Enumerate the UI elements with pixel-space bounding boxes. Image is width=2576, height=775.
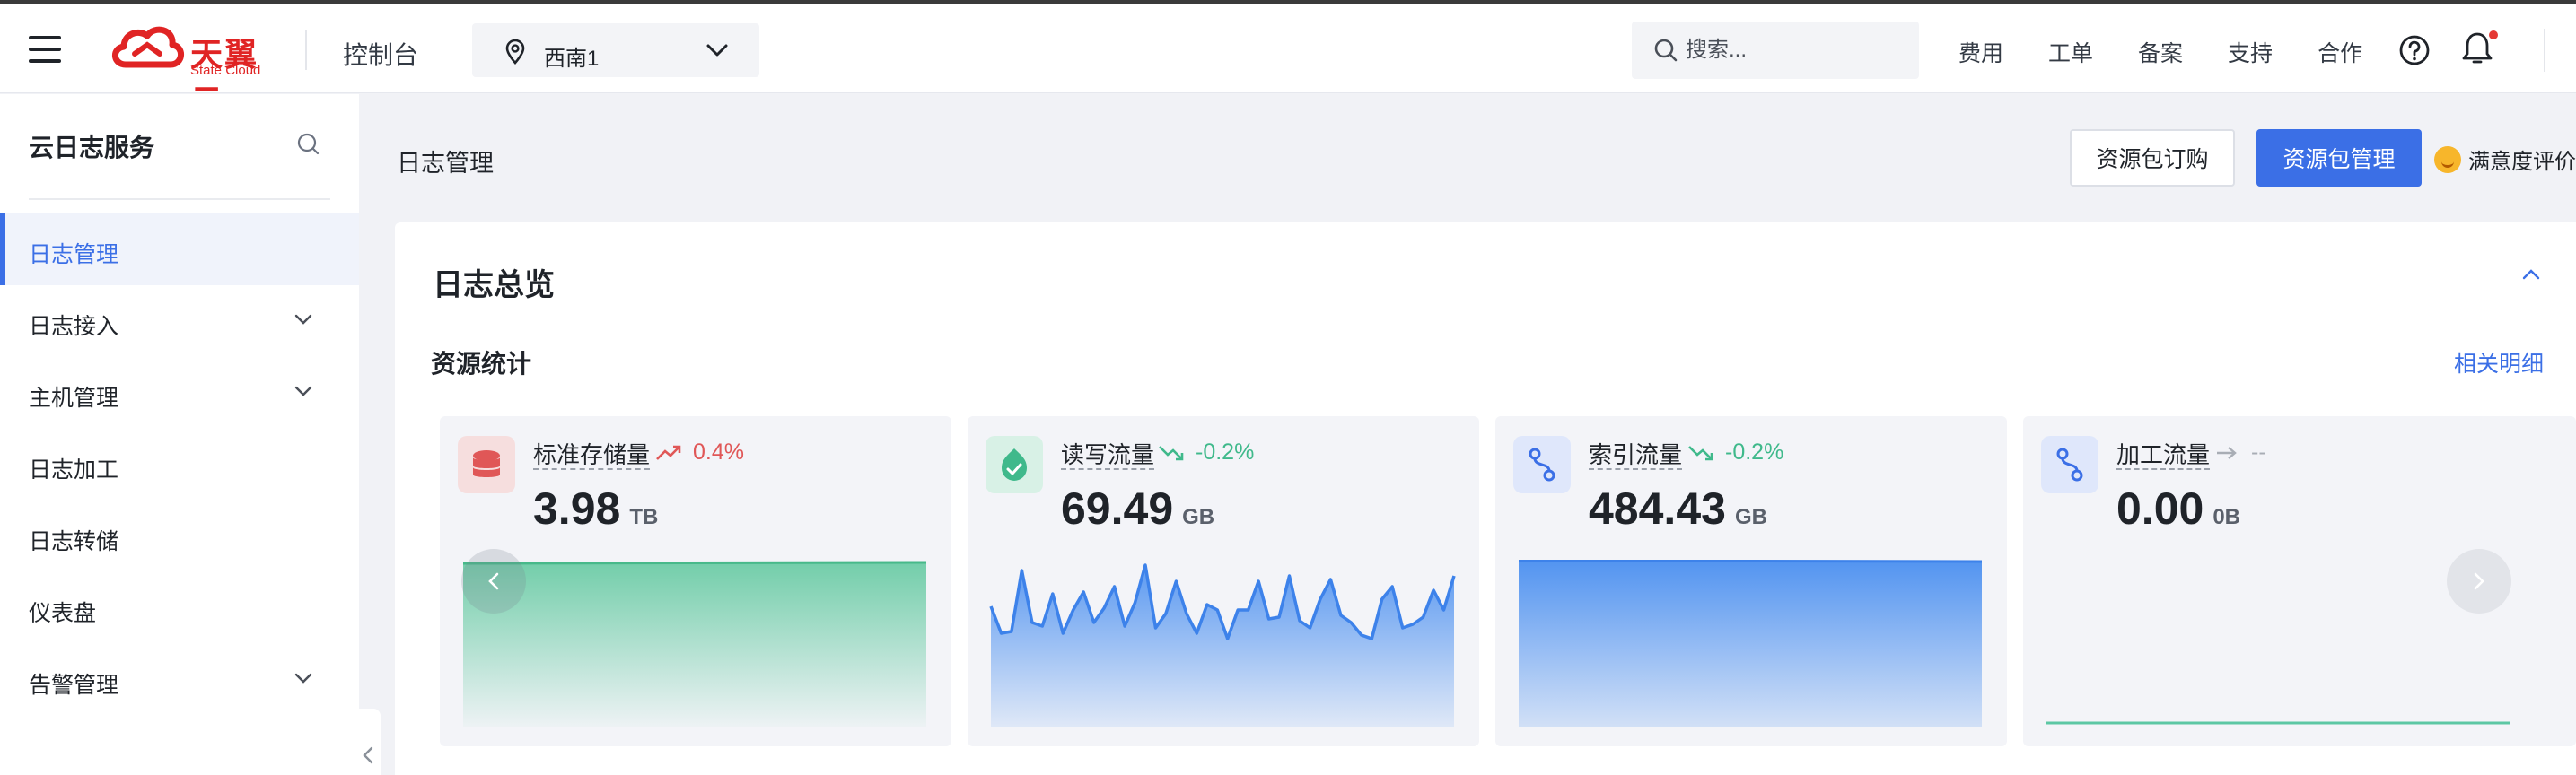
satisfaction-rating-label: 满意度评价 bbox=[2468, 150, 2576, 174]
sidebar-item-log-ingestion[interactable]: 日志接入 bbox=[0, 285, 359, 357]
nav-link-tickets[interactable]: 工单 bbox=[2048, 36, 2093, 68]
metric-value: 3.98 TB bbox=[533, 483, 658, 535]
sidebar-item-host-management[interactable]: 主机管理 bbox=[0, 357, 359, 429]
metric-value: 484.43 GB bbox=[1589, 483, 1767, 535]
metric-change: -0.2% bbox=[1196, 440, 1255, 465]
metric-change: -0.2% bbox=[1725, 440, 1784, 465]
metric-unit: TB bbox=[629, 505, 659, 529]
satisfaction-rating-link[interactable]: 满意度评价 bbox=[2434, 144, 2576, 175]
sidebar-item-label: 日志加工 bbox=[29, 457, 119, 483]
metric-unit: 0B bbox=[2212, 505, 2241, 529]
metric-value-number: 3.98 bbox=[533, 483, 621, 534]
metric-change: -- bbox=[2251, 440, 2266, 465]
flow-icon bbox=[2041, 436, 2098, 493]
trend-down-icon bbox=[1159, 445, 1184, 460]
chevron-down-icon bbox=[294, 386, 312, 396]
flow-icon bbox=[1513, 436, 1571, 493]
read-write-trend-chart bbox=[989, 563, 1456, 727]
metric-name: 索引流量 bbox=[1589, 441, 1683, 470]
sidebar-item-label: 主机管理 bbox=[29, 386, 119, 411]
sidebar-search-icon[interactable] bbox=[296, 132, 321, 157]
chevron-right-icon bbox=[2474, 572, 2484, 590]
sidebar: 云日志服务 日志管理 日志接入 主机管理 日志加工 日志转储 仪表盘 告警管理 bbox=[0, 94, 359, 775]
notification-dot bbox=[2489, 30, 2498, 39]
region-selector[interactable]: 西南1 bbox=[472, 23, 759, 77]
console-link[interactable]: 控制台 bbox=[343, 36, 418, 72]
brand-subtitle: State Cloud bbox=[190, 63, 261, 78]
chevron-left-icon bbox=[488, 572, 499, 590]
region-label: 西南1 bbox=[544, 47, 600, 71]
location-pin-icon bbox=[505, 39, 525, 65]
resource-stats-title: 资源统计 bbox=[431, 350, 532, 378]
menu-icon[interactable] bbox=[29, 36, 61, 63]
brand-logo[interactable]: 天翼云 State Cloud bbox=[108, 22, 278, 119]
header-divider bbox=[305, 30, 307, 70]
metric-change: 0.4% bbox=[693, 440, 744, 465]
nav-link-partner[interactable]: 合作 bbox=[2318, 36, 2362, 68]
metric-unit: GB bbox=[1182, 505, 1215, 529]
metric-unit: GB bbox=[1734, 505, 1767, 529]
processing-trend-chart bbox=[2046, 721, 2510, 725]
sidebar-divider bbox=[29, 198, 330, 200]
metric-name: 标准存储量 bbox=[533, 441, 651, 470]
top-navigation-bar: 天翼云 State Cloud 控制台 西南1 费用 工单 备案 支持 合作 bbox=[0, 4, 2576, 119]
chevron-down-icon bbox=[706, 44, 728, 57]
metric-value: 69.49 GB bbox=[1061, 483, 1214, 535]
header-right-divider bbox=[2544, 29, 2545, 72]
shield-check-icon bbox=[986, 436, 1043, 493]
sidebar-item-log-management[interactable]: 日志管理 bbox=[0, 213, 359, 285]
overview-title: 日志总览 bbox=[433, 268, 555, 302]
sidebar-item-dashboard[interactable]: 仪表盘 bbox=[0, 572, 359, 644]
nav-link-filing[interactable]: 备案 bbox=[2138, 36, 2183, 68]
nav-link-billing[interactable]: 费用 bbox=[1958, 36, 2003, 68]
metric-card-read-write[interactable]: 读写流量 -0.2% 69.49 GB bbox=[968, 416, 1479, 746]
database-icon bbox=[458, 436, 515, 493]
metric-name: 读写流量 bbox=[1061, 441, 1155, 470]
sidebar-item-log-dump[interactable]: 日志转储 bbox=[0, 501, 359, 572]
sidebar-item-log-processing[interactable]: 日志加工 bbox=[0, 429, 359, 501]
carousel-prev-button[interactable] bbox=[461, 549, 526, 614]
search-input[interactable] bbox=[1686, 34, 1901, 66]
chevron-left-icon bbox=[363, 746, 373, 764]
metric-trend: -0.2% bbox=[1687, 440, 1783, 466]
page-title: 日志管理 bbox=[397, 150, 494, 177]
chevron-down-icon bbox=[294, 673, 312, 684]
trend-flat-icon bbox=[2217, 446, 2237, 459]
carousel-next-button[interactable] bbox=[2447, 549, 2511, 614]
search-icon[interactable] bbox=[1653, 38, 1678, 63]
help-icon[interactable] bbox=[2398, 34, 2431, 66]
related-details-link[interactable]: 相关明细 bbox=[2454, 346, 2544, 379]
sidebar-item-label: 告警管理 bbox=[29, 673, 119, 698]
sidebar-item-alert-management[interactable]: 告警管理 bbox=[0, 644, 359, 716]
metric-name: 加工流量 bbox=[2116, 441, 2211, 470]
metric-card-index[interactable]: 索引流量 -0.2% 484.43 GB bbox=[1495, 416, 2007, 746]
metric-trend: -- bbox=[2213, 440, 2266, 466]
sidebar-item-label: 仪表盘 bbox=[29, 601, 97, 626]
index-trend-chart bbox=[1518, 560, 1983, 727]
chevron-up-icon[interactable] bbox=[2519, 266, 2544, 283]
metric-value-number: 484.43 bbox=[1589, 483, 1726, 534]
metric-value-number: 69.49 bbox=[1061, 483, 1174, 534]
sidebar-title: 云日志服务 bbox=[29, 134, 155, 161]
header-nav: 费用 工单 备案 支持 合作 bbox=[1958, 36, 2407, 68]
sidebar-collapse-handle[interactable] bbox=[359, 709, 381, 775]
metric-trend: 0.4% bbox=[655, 440, 744, 466]
global-search bbox=[1632, 22, 1919, 79]
cloud-logo-icon bbox=[112, 26, 184, 68]
nav-link-support[interactable]: 支持 bbox=[2228, 36, 2273, 68]
metric-value-number: 0.00 bbox=[2116, 483, 2204, 534]
sidebar-item-label: 日志管理 bbox=[29, 242, 119, 267]
resource-package-subscribe-button[interactable]: 资源包订购 bbox=[2070, 129, 2235, 187]
smiley-icon bbox=[2434, 145, 2461, 173]
chevron-down-icon bbox=[294, 314, 312, 325]
storage-trend-chart bbox=[462, 561, 927, 727]
resource-package-manage-button[interactable]: 资源包管理 bbox=[2256, 129, 2422, 187]
metric-trend: -0.2% bbox=[1158, 440, 1254, 466]
sidebar-item-label: 日志转储 bbox=[29, 529, 119, 554]
sidebar-item-label: 日志接入 bbox=[29, 314, 119, 339]
metric-value: 0.00 0B bbox=[2116, 483, 2240, 535]
log-overview-card: 日志总览 资源统计 相关明细 标准存储量 0.4% 3.98 TB 读写流量 -0… bbox=[395, 222, 2576, 775]
trend-up-icon bbox=[656, 445, 681, 460]
trend-down-icon bbox=[1688, 445, 1713, 460]
